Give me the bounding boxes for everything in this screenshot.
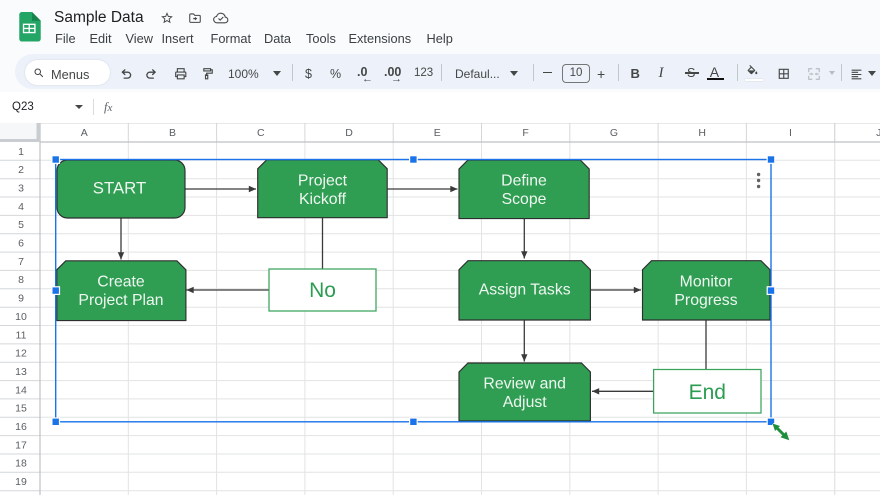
svg-text:START: START (93, 179, 146, 198)
svg-text:Scope: Scope (502, 191, 547, 208)
svg-text:Monitor: Monitor (680, 274, 733, 291)
svg-text:No: No (309, 279, 336, 302)
svg-text:Create: Create (97, 273, 145, 290)
svg-text:Assign Tasks: Assign Tasks (479, 281, 571, 298)
svg-text:End: End (689, 381, 726, 404)
svg-text:Project: Project (298, 173, 348, 190)
svg-text:Kickoff: Kickoff (299, 191, 347, 208)
svg-text:Adjust: Adjust (503, 394, 548, 411)
svg-text:Define: Define (501, 173, 547, 190)
svg-text:Progress: Progress (674, 292, 737, 309)
svg-text:Project Plan: Project Plan (78, 292, 163, 309)
svg-text:Review and: Review and (483, 376, 566, 393)
